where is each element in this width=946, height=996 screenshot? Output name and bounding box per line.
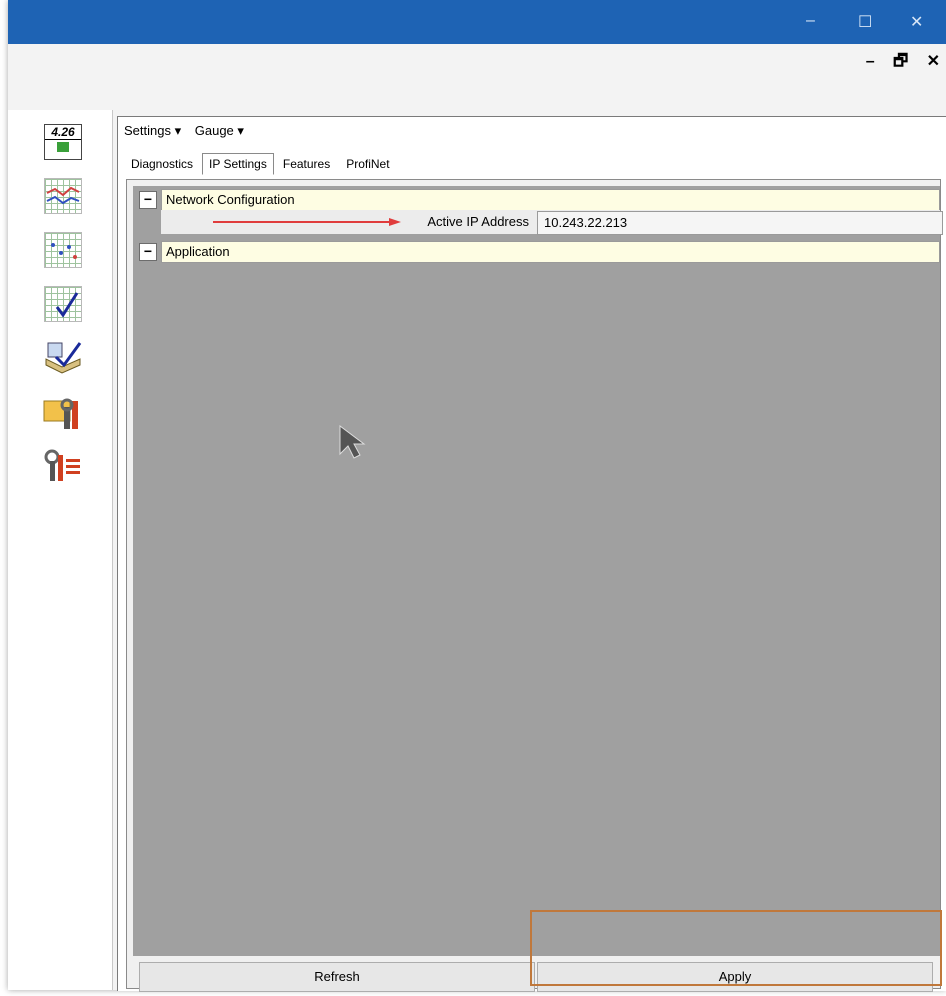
refresh-button[interactable]: Refresh [139, 962, 535, 992]
chart-scatter-graphic [51, 243, 77, 259]
mdi-controls: – 🗗 ✕ [852, 50, 940, 77]
chart-line-button[interactable] [42, 176, 84, 216]
tab-ip-settings[interactable]: IP Settings [202, 153, 274, 175]
menu-settings[interactable]: Settings ▾ [124, 123, 181, 138]
chart-scatter-icon [44, 232, 82, 268]
tool-strip: 4.26 [8, 110, 113, 990]
menu-gauge[interactable]: Gauge ▾ [195, 123, 244, 138]
version-icon: 4.26 [44, 124, 82, 160]
version-number: 4.26 [45, 125, 81, 140]
version-button[interactable]: 4.26 [42, 122, 84, 162]
apply-highlight-box [530, 910, 942, 986]
chart-check-graphic [55, 292, 79, 318]
chart-line-graphic [46, 186, 80, 205]
mdi-close-icon[interactable]: ✕ [927, 53, 940, 70]
tab-diagnostics[interactable]: Diagnostics [124, 153, 200, 175]
collapse-application-button[interactable]: − [139, 243, 157, 261]
application-category-label: Application [161, 241, 940, 263]
network-category-row: − Network Configuration [133, 188, 940, 212]
property-grid: − Network Configuration Active IP Addres… [133, 186, 943, 956]
close-icon[interactable]: ✕ [910, 12, 923, 32]
version-badge [57, 142, 69, 152]
application-category-row: − Application [133, 240, 940, 264]
tools-list-icon [44, 449, 80, 481]
tab-profinet[interactable]: ProfiNet [339, 153, 396, 175]
maximize-icon[interactable]: ☐ [858, 12, 872, 32]
chart-check-button[interactable] [42, 284, 84, 324]
chart-line-icon [44, 178, 82, 214]
book-check-button[interactable] [42, 338, 84, 378]
active-ip-row: Active IP Address 10.243.22.213 [161, 210, 943, 235]
chart-scatter-button[interactable] [42, 230, 84, 270]
settings-panel: Settings ▾ Gauge ▾ Diagnostics IP Settin… [117, 116, 946, 992]
mdi-minimize-icon[interactable]: – [866, 53, 875, 70]
minimize-icon[interactable]: – [806, 12, 815, 30]
tab-features[interactable]: Features [276, 153, 337, 175]
tab-strip: Diagnostics IP Settings Features ProfiNe… [124, 153, 399, 175]
network-category-label: Network Configuration [161, 189, 940, 211]
tools-list-button[interactable] [42, 446, 84, 486]
mouse-cursor-icon [339, 425, 366, 459]
tab-content: − Network Configuration Active IP Addres… [126, 179, 943, 992]
active-ip-value[interactable]: 10.243.22.213 [537, 211, 943, 235]
book-check-icon [45, 342, 82, 374]
title-bar: – ☐ ✕ [8, 0, 946, 44]
mdi-restore-icon[interactable]: 🗗 [893, 53, 908, 70]
chart-check-icon [44, 286, 82, 322]
menu-bar: Settings ▾ Gauge ▾ [124, 123, 254, 145]
active-ip-label: Active IP Address [427, 214, 529, 229]
folder-tools-button[interactable] [42, 392, 84, 432]
collapse-network-button[interactable]: − [139, 191, 157, 209]
folder-tools-icon [43, 398, 78, 429]
